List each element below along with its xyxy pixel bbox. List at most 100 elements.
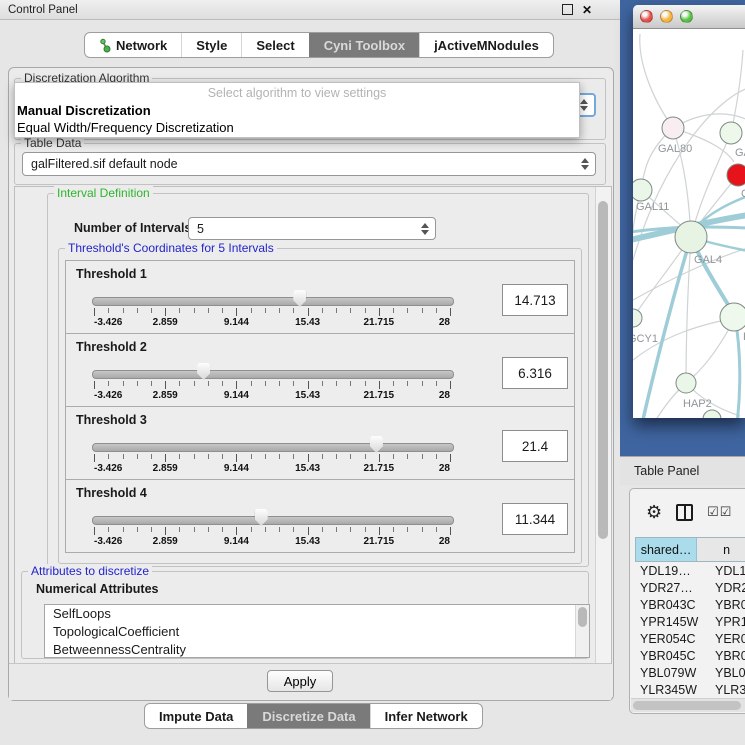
attributes-vertical-scrollbar[interactable]: [575, 605, 589, 657]
table-panel-toolbar: ⚙ ☑☑: [630, 489, 745, 535]
scrollbar-thumb[interactable]: [578, 607, 587, 627]
network-edge: [686, 327, 730, 383]
network-node-ga[interactable]: [720, 122, 742, 144]
network-node-gal11[interactable]: [633, 179, 652, 201]
numerical-attributes-label: Numerical Attributes: [36, 582, 158, 596]
table-row[interactable]: YBL079WYBL0: [635, 664, 745, 681]
threshold-value-field[interactable]: 14.713: [502, 284, 568, 316]
table-data-value: galFiltered.sif default node: [23, 157, 581, 171]
network-node-c[interactable]: [727, 164, 745, 186]
threshold-value-field[interactable]: 11.344: [502, 503, 568, 535]
threshold-label: Threshold 4: [76, 486, 147, 500]
float-window-icon[interactable]: [562, 4, 573, 15]
tab-jactivemnodules[interactable]: jActiveMNodules: [419, 33, 553, 57]
table-panel-title: Table Panel: [620, 464, 699, 478]
tab-network[interactable]: Network: [85, 33, 181, 57]
algorithm-dropdown-popup: Select algorithm to view settings Manual…: [14, 82, 580, 138]
attribute-list-item[interactable]: TopologicalCoefficient: [45, 623, 589, 641]
close-icon[interactable]: ✕: [582, 4, 592, 16]
slider-tick-labels: -3.4262.8599.14415.4321.71528: [92, 536, 452, 548]
slider-tick-labels: -3.4262.8599.14415.4321.71528: [92, 463, 452, 475]
table-panel-titlebar: Table Panel: [620, 456, 745, 485]
table-row[interactable]: YER054CYER0: [635, 630, 745, 647]
thresholds-group: Threshold's Coordinates for 5 Intervals …: [58, 248, 582, 564]
network-canvas[interactable]: GAL80GACGAL11GAL4GCY1HHAP2: [633, 28, 745, 418]
network-node-gal4[interactable]: [675, 221, 707, 253]
network-node-h[interactable]: [720, 303, 745, 331]
columns-icon[interactable]: [676, 504, 693, 521]
node-table: shared…nYDL19…YDL1YDR27…YDR2YBR043CYBR0Y…: [635, 537, 745, 715]
slider-ticks: [92, 527, 452, 536]
mac-minimize-button[interactable]: [660, 10, 673, 23]
combo-arrows-icon: [581, 158, 589, 170]
threshold-slider-track[interactable]: [92, 370, 454, 379]
control-panel-tabbar: NetworkStyleSelectCyni ToolboxjActiveMNo…: [84, 32, 554, 58]
threshold-label: Threshold 3: [76, 413, 147, 427]
table-row[interactable]: YLR345WYLR3: [635, 681, 745, 698]
thresholds-group-title: Threshold's Coordinates for 5 Intervals: [65, 241, 277, 255]
slider-ticks: [92, 381, 452, 390]
tab-select[interactable]: Select: [241, 33, 308, 57]
control-panel-title: Control Panel: [0, 4, 78, 16]
threshold-slider-track[interactable]: [92, 297, 454, 306]
number-of-intervals-combobox[interactable]: 5: [188, 217, 436, 240]
table-row[interactable]: YBR045CYBR0: [635, 647, 745, 664]
algorithm-placeholder: Select algorithm to view settings: [15, 83, 579, 102]
attribute-list-item[interactable]: SelfLoops: [45, 605, 589, 623]
settings-vertical-scrollbar[interactable]: [595, 187, 611, 663]
network-node-label: GCY1: [633, 333, 658, 345]
table-data-combobox[interactable]: galFiltered.sif default node: [22, 152, 596, 176]
slider-ticks: [92, 308, 452, 317]
scrollbar-thumb[interactable]: [598, 201, 608, 539]
apply-button[interactable]: Apply: [267, 670, 333, 692]
tab-discretize-data[interactable]: Discretize Data: [247, 704, 369, 728]
threshold-box-2: Threshold 2-3.4262.8599.14415.4321.71528…: [65, 333, 575, 407]
network-edge: [686, 237, 691, 383]
attribute-list-item[interactable]: BetweennessCentrality: [45, 641, 589, 658]
attributes-group-title: Attributes to discretize: [28, 564, 152, 578]
number-of-intervals-value: 5: [189, 222, 421, 236]
column-header-name[interactable]: n: [697, 538, 745, 561]
network-node-gal80[interactable]: [662, 117, 684, 139]
interval-definition-title: Interval Definition: [54, 186, 153, 200]
table-row[interactable]: YDR27…YDR2: [635, 579, 745, 596]
table-horizontal-scrollbar[interactable]: [631, 698, 745, 712]
tab-infer-network[interactable]: Infer Network: [370, 704, 482, 728]
threshold-box-3: Threshold 3 -3.4262.8599.14415.4321.71528…: [65, 406, 575, 480]
threshold-box-1: Threshold 1-3.4262.8599.14415.4321.71528…: [65, 260, 575, 334]
threshold-slider-track[interactable]: [92, 443, 454, 452]
tab-impute-data[interactable]: Impute Data: [145, 704, 247, 728]
slider-ticks: [92, 454, 452, 463]
number-of-intervals-label: Number of Intervals: [74, 221, 191, 235]
tab-cyni-toolbox[interactable]: Cyni Toolbox: [309, 33, 419, 57]
combo-arrows-icon: [580, 99, 588, 111]
gear-icon[interactable]: ⚙: [646, 503, 662, 521]
tab-style[interactable]: Style: [181, 33, 241, 57]
algorithm-option-equal-width[interactable]: Equal Width/Frequency Discretization: [15, 119, 579, 136]
network-node-gcy1[interactable]: [633, 309, 642, 327]
checkbox-icons[interactable]: ☑☑: [707, 504, 732, 520]
mac-close-button[interactable]: [640, 10, 653, 23]
control-panel-titlebar: Control Panel ✕: [0, 0, 620, 20]
table-row[interactable]: YBR043CYBR0: [635, 596, 745, 613]
interval-definition-group: Interval Definition Number of Intervals …: [47, 193, 589, 567]
network-window-titlebar: [633, 5, 745, 29]
scrollbar-thumb[interactable]: [633, 701, 741, 710]
table-row[interactable]: YDL19…YDL1: [635, 562, 745, 579]
table-row[interactable]: YPR145WYPR1: [635, 613, 745, 630]
threshold-box-4: Threshold 4 -3.4262.8599.14415.4321.71528…: [65, 479, 575, 553]
algorithm-option-manual[interactable]: Manual Discretization: [15, 102, 579, 119]
bottom-tabbar: Impute DataDiscretize DataInfer Network: [144, 703, 483, 729]
table-panel: ⚙ ☑☑ shared…nYDL19…YDL1YDR27…YDR2YBR043C…: [629, 488, 745, 714]
threshold-value-field[interactable]: 6.316: [502, 357, 568, 389]
threshold-slider-track[interactable]: [92, 516, 454, 525]
network-node-label: HAP2: [683, 398, 712, 410]
network-edge-highlighted: [735, 318, 740, 418]
control-panel: Control Panel ✕ NetworkStyleSelectCyni T…: [0, 0, 620, 745]
network-node-hap2[interactable]: [676, 373, 696, 393]
network-node[interactable]: [703, 410, 721, 418]
threshold-value-field[interactable]: 21.4: [502, 430, 568, 462]
slider-tick-labels: -3.4262.8599.14415.4321.71528: [92, 317, 452, 329]
mac-zoom-button[interactable]: [680, 10, 693, 23]
column-header-shared-name[interactable]: shared…: [636, 538, 697, 561]
